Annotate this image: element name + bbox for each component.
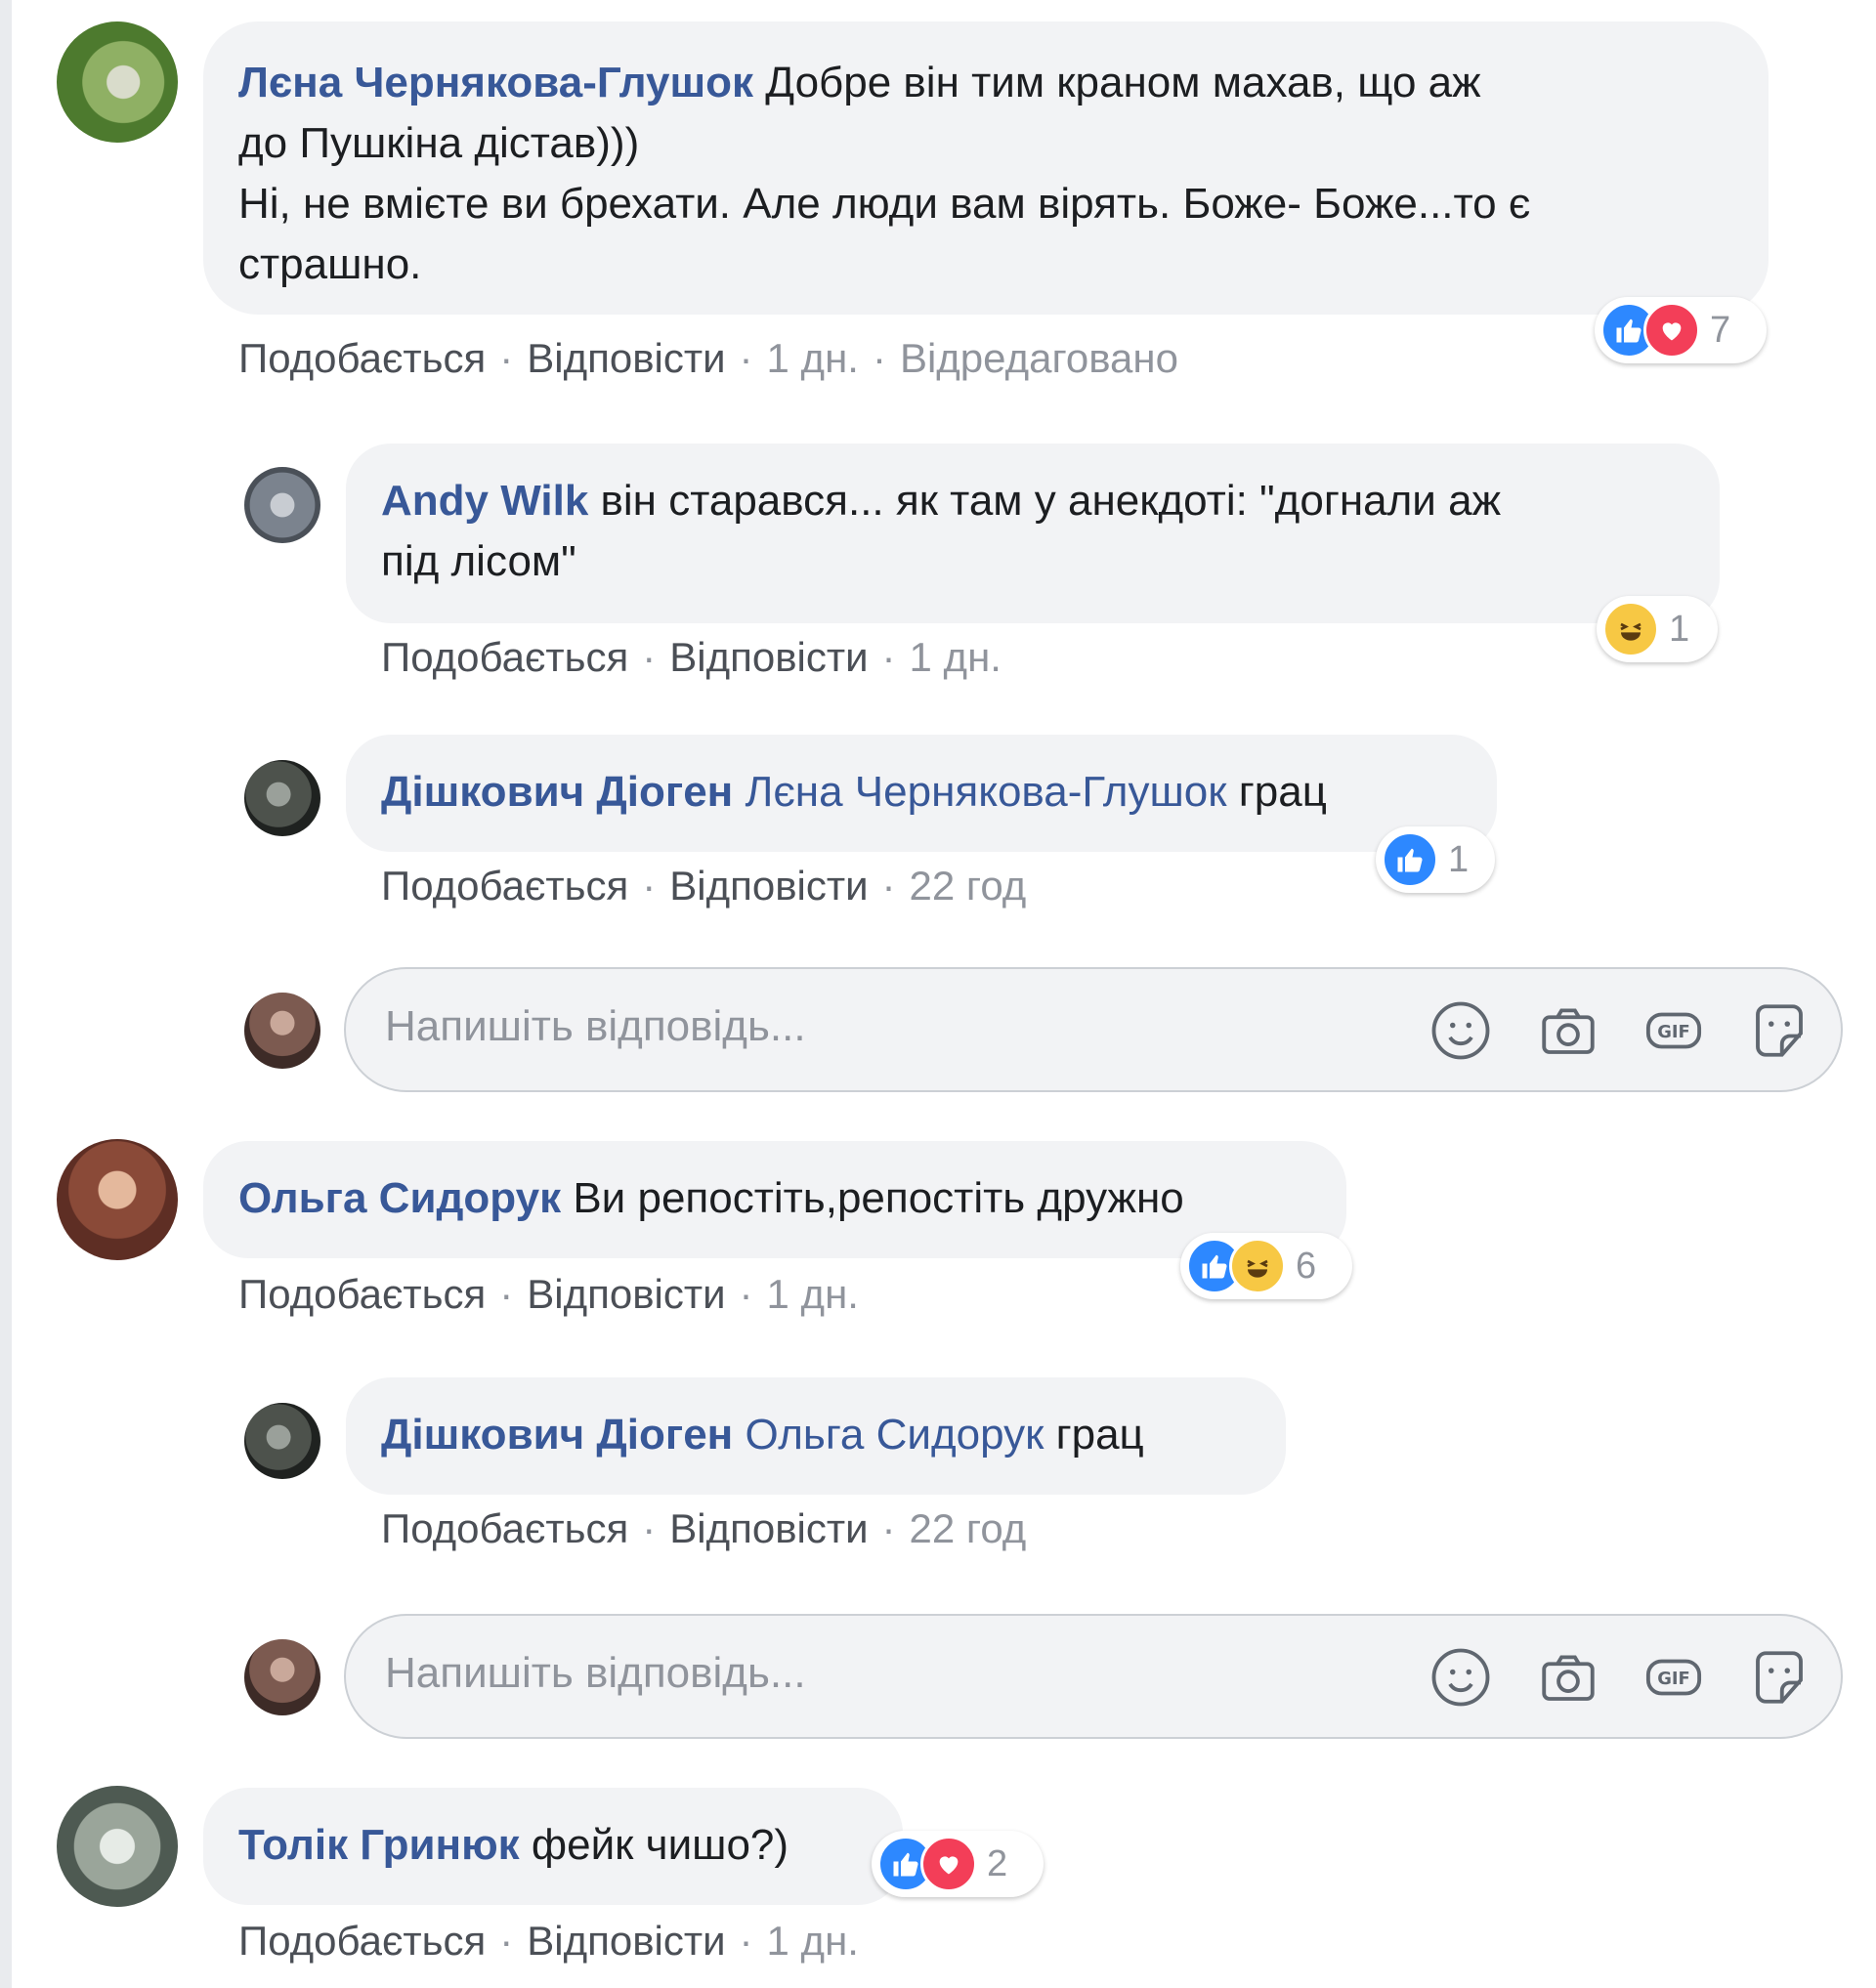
timestamp[interactable]: 22 год: [910, 1505, 1027, 1551]
comment-bubble: Толік Гринюк фейк чишо?): [203, 1788, 903, 1905]
reply-input[interactable]: Напишіть відповідь... GIF: [344, 967, 1843, 1092]
emoji-icon[interactable]: [1428, 998, 1493, 1063]
reaction-count: 2: [987, 1842, 1008, 1884]
current-user-avatar: [244, 993, 320, 1069]
like-link[interactable]: Подобається: [381, 634, 628, 680]
like-link[interactable]: Подобається: [238, 335, 486, 381]
comment-actions: Подобається · Відповісти · 1 дн.: [238, 1271, 859, 1317]
comment-text: Ви репостіть,репостіть дружно: [573, 1174, 1184, 1222]
timestamp[interactable]: 1 дн.: [767, 1918, 859, 1964]
avatar[interactable]: [57, 1786, 178, 1907]
mention-link[interactable]: Ольга Сидорук: [745, 1411, 1044, 1459]
reply-input[interactable]: Напишіть відповідь... GIF: [344, 1614, 1843, 1739]
comment-author[interactable]: Дішкович Діоген: [381, 1411, 733, 1459]
reply-link[interactable]: Відповісти: [669, 1505, 868, 1551]
comment-author[interactable]: Ольга Сидорук: [238, 1174, 561, 1222]
sticker-icon[interactable]: [1747, 998, 1812, 1063]
reaction-count: 6: [1296, 1245, 1317, 1287]
comment-actions: Подобається · Відповісти · 1 дн.: [238, 1918, 859, 1964]
avatar[interactable]: [57, 21, 178, 143]
camera-icon[interactable]: [1536, 998, 1600, 1063]
avatar[interactable]: [244, 467, 320, 543]
reply-link[interactable]: Відповісти: [527, 335, 725, 381]
comment-text: під лісом": [381, 537, 576, 585]
comment-actions: Подобається · Відповісти · 1 дн.: [381, 634, 1002, 680]
comment-actions: Подобається · Відповісти · 22 год: [381, 863, 1027, 909]
avatar[interactable]: [244, 760, 320, 836]
reply-placeholder: Напишіть відповідь...: [385, 1002, 806, 1050]
haha-icon: [1602, 601, 1659, 657]
reaction-count: 7: [1710, 309, 1731, 351]
edited-label[interactable]: Відредаговано: [900, 335, 1178, 381]
comment-author[interactable]: Andy Wilk: [381, 477, 588, 525]
timestamp[interactable]: 1 дн.: [767, 1271, 859, 1317]
reactions-summary[interactable]: 7: [1595, 297, 1767, 363]
comment-actions: Подобається · Відповісти · 22 год: [381, 1505, 1027, 1551]
love-icon: [1643, 302, 1700, 359]
comment-bubble: Лєна Чернякова-Глушок Добре він тим кран…: [203, 21, 1769, 315]
comment-text: до Пушкіна дістав))): [238, 119, 640, 167]
comment-bubble: Andy Wilk він старався... як там у анекд…: [346, 444, 1720, 623]
comment-bubble: Дішкович Діоген Ольга Сидорук грац: [346, 1377, 1286, 1495]
comment-bubble: Ольга Сидорук Ви репостіть,репостіть дру…: [203, 1141, 1346, 1258]
current-user-avatar: [244, 1639, 320, 1715]
reactions-summary[interactable]: 2: [872, 1831, 1044, 1897]
comment-text: грац: [1055, 1411, 1144, 1459]
avatar[interactable]: [57, 1139, 178, 1260]
comment-text: Ні, не вмієте ви брехати. Але люди вам в…: [238, 180, 1531, 228]
svg-text:GIF: GIF: [1657, 1669, 1690, 1689]
like-icon: [1382, 831, 1438, 888]
like-link[interactable]: Подобається: [238, 1918, 486, 1964]
gif-icon[interactable]: GIF: [1642, 1645, 1706, 1710]
avatar[interactable]: [244, 1403, 320, 1479]
svg-text:GIF: GIF: [1657, 1022, 1690, 1042]
reaction-count: 1: [1669, 608, 1690, 650]
comment-author[interactable]: Лєна Чернякова-Глушок: [238, 59, 753, 106]
comment-bubble: Дішкович Діоген Лєна Чернякова-Глушок гр…: [346, 735, 1497, 852]
mention-link[interactable]: Лєна Чернякова-Глушок: [745, 768, 1226, 816]
comment-text: фейк чишо?): [531, 1821, 789, 1869]
timestamp[interactable]: 1 дн.: [767, 335, 859, 381]
reaction-count: 1: [1448, 838, 1470, 880]
reactions-summary[interactable]: 1: [1597, 596, 1718, 662]
comment-text: Добре він тим краном махав, що аж: [765, 59, 1481, 106]
emoji-icon[interactable]: [1428, 1645, 1493, 1710]
reply-link[interactable]: Відповісти: [669, 863, 868, 909]
reply-link[interactable]: Відповісти: [669, 634, 868, 680]
gif-icon[interactable]: GIF: [1642, 998, 1706, 1063]
reactions-summary[interactable]: 6: [1180, 1233, 1352, 1299]
like-link[interactable]: Подобається: [238, 1271, 486, 1317]
comment-text: грац: [1238, 768, 1327, 816]
camera-icon[interactable]: [1536, 1645, 1600, 1710]
comment-author[interactable]: Толік Гринюк: [238, 1821, 520, 1869]
comment-text: він старався... як там у анекдоті: "догн…: [600, 477, 1502, 525]
comment-author[interactable]: Дішкович Діоген: [381, 768, 733, 816]
reply-link[interactable]: Відповісти: [527, 1271, 725, 1317]
haha-icon: [1229, 1238, 1286, 1294]
like-link[interactable]: Подобається: [381, 863, 628, 909]
like-link[interactable]: Подобається: [381, 1505, 628, 1551]
sticker-icon[interactable]: [1747, 1645, 1812, 1710]
reactions-summary[interactable]: 1: [1376, 826, 1495, 893]
reply-link[interactable]: Відповісти: [527, 1918, 725, 1964]
comment-actions: Подобається · Відповісти · 1 дн. · Відредагова…: [238, 335, 1178, 381]
comment-text: страшно.: [238, 240, 422, 288]
love-icon: [920, 1836, 977, 1892]
reply-placeholder: Напишіть відповідь...: [385, 1649, 806, 1697]
timestamp[interactable]: 22 год: [910, 863, 1027, 909]
timestamp[interactable]: 1 дн.: [910, 634, 1002, 680]
left-border: [0, 0, 12, 1988]
